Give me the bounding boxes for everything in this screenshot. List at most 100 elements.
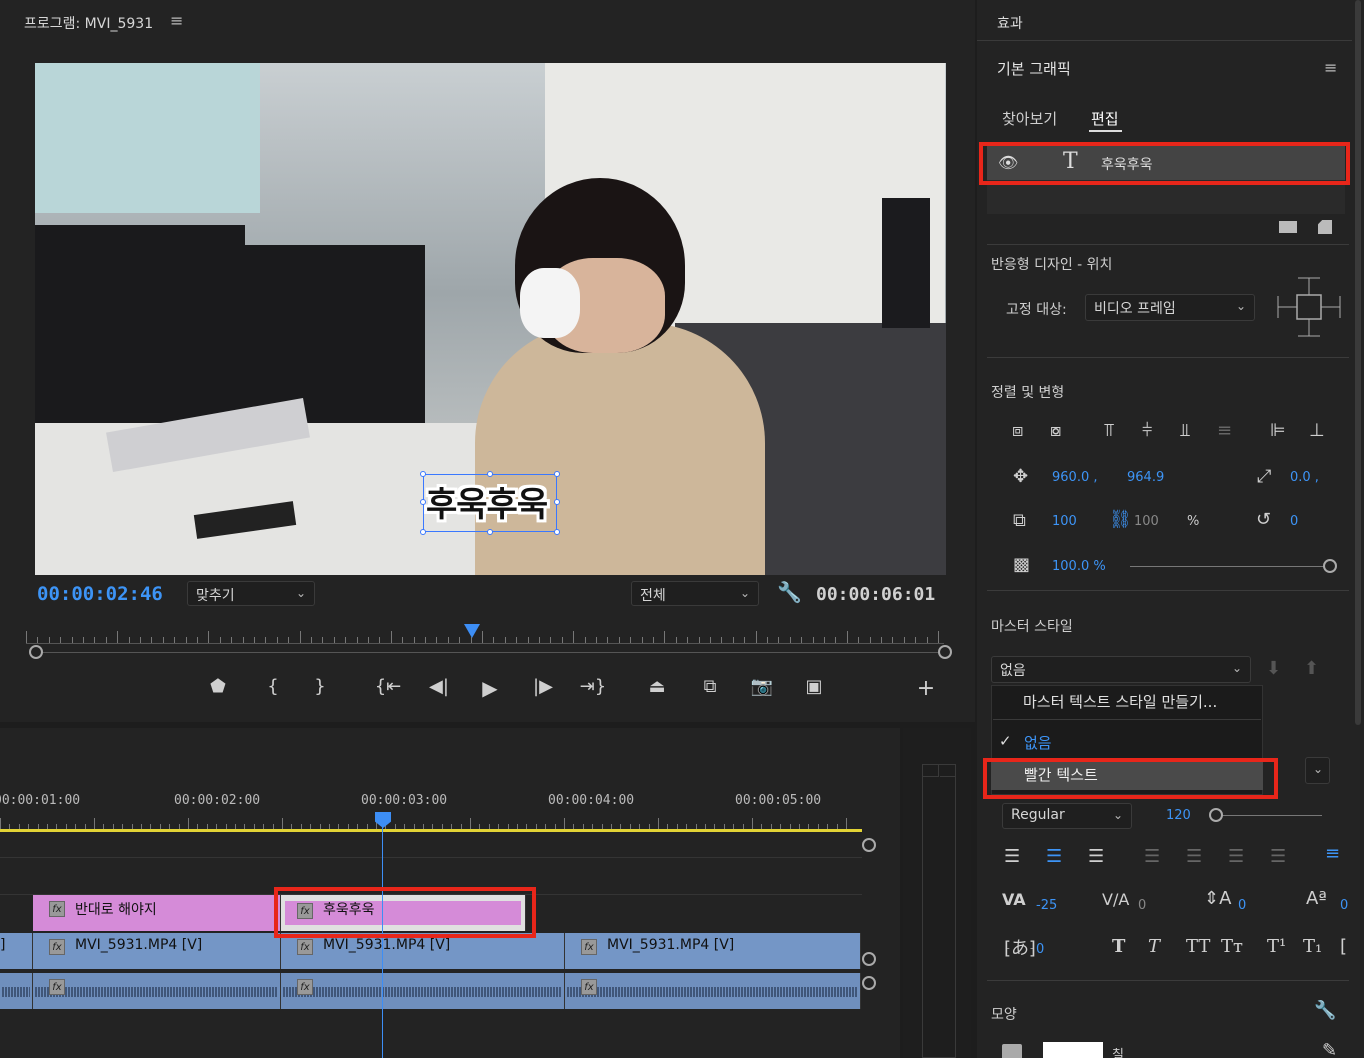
zoom-scrollbar[interactable]	[36, 652, 946, 653]
opacity-slider-thumb[interactable]	[1323, 559, 1337, 573]
align-text-right-icon[interactable]: ☰	[1088, 846, 1104, 867]
anchor-point-icon[interactable]: ⤢	[1257, 466, 1271, 487]
comparison-view-icon[interactable]: ▣	[799, 676, 829, 697]
align-center-icon[interactable]: ⊥	[1309, 420, 1325, 441]
caption-text[interactable]: 후욱후욱	[426, 477, 548, 526]
rotation-value[interactable]: 0	[1290, 514, 1298, 529]
resize-handle[interactable]	[487, 529, 493, 535]
scale-value[interactable]: 100	[1052, 514, 1077, 529]
wrench-icon[interactable]: 🔧	[1314, 1000, 1336, 1021]
font-size-slider-thumb[interactable]	[1209, 808, 1223, 822]
justify-last-right-icon[interactable]: ☰	[1228, 846, 1244, 867]
justify-last-center-icon[interactable]: ☰	[1186, 846, 1202, 867]
mark-in-icon[interactable]: {	[258, 676, 288, 697]
tsume-icon[interactable]: ⁅あ⁆	[1004, 934, 1036, 960]
justify-last-left-icon[interactable]: ☰	[1144, 846, 1160, 867]
export-frame-camera-icon[interactable]: 📷	[747, 676, 777, 697]
align-vertical-center-icon[interactable]: ⧈	[1012, 420, 1023, 441]
text-direction-icon[interactable]: ≡	[1325, 843, 1340, 864]
position-move-icon[interactable]: ✥	[1013, 466, 1028, 487]
align-bottom-icon[interactable]: ⫫	[1180, 420, 1190, 441]
add-marker-icon[interactable]: ⬟	[203, 676, 233, 697]
tracking-icon[interactable]: VA	[1002, 890, 1026, 909]
video-clip[interactable]: fx MVI_5931.MP4 [V]	[565, 933, 861, 969]
eyedropper-icon[interactable]: ✎	[1322, 1040, 1337, 1058]
resize-handle[interactable]	[420, 529, 426, 535]
align-left-icon[interactable]: ⊫	[1270, 420, 1286, 441]
zoom-fit-dropdown[interactable]: 맞추기 ⌄	[187, 581, 315, 606]
video-clip[interactable]: ]	[0, 933, 33, 969]
resize-handle[interactable]	[420, 471, 426, 477]
extract-icon[interactable]: ⧉	[695, 676, 725, 697]
master-style-dropdown[interactable]: 없음 ⌄	[991, 656, 1251, 683]
caption-bounding-box[interactable]: 후욱후욱	[420, 471, 560, 535]
new-group-folder-icon[interactable]	[1279, 221, 1297, 233]
subscript-icon[interactable]: T₁	[1303, 936, 1322, 957]
tracking-value[interactable]: -25	[1036, 898, 1057, 913]
panel-scrollbar[interactable]	[1355, 0, 1361, 725]
resize-handle[interactable]	[554, 471, 560, 477]
fill-color-swatch[interactable]	[1043, 1042, 1103, 1058]
audio-clip[interactable]: fx	[281, 973, 565, 1009]
go-to-in-icon[interactable]: {⇤	[373, 676, 403, 697]
underline-icon[interactable]: [	[1340, 936, 1347, 957]
audio-clip[interactable]: fx	[33, 973, 281, 1009]
baseline-shift-icon[interactable]: Aª	[1306, 888, 1327, 909]
graphic-clip[interactable]: fx 반대로 해야지	[33, 895, 281, 931]
all-caps-icon[interactable]: TT	[1186, 936, 1210, 957]
resize-handle[interactable]	[487, 471, 493, 477]
opacity-slider-track[interactable]	[1130, 566, 1325, 567]
font-size-slider-track[interactable]	[1217, 815, 1322, 816]
font-weight-dropdown[interactable]: Regular ⌄	[1002, 803, 1132, 829]
resize-handle[interactable]	[420, 499, 426, 505]
menu-item-create-master-style[interactable]: 마스터 텍스트 스타일 만들기...	[1023, 691, 1217, 712]
audio-clip[interactable]: fx	[565, 973, 861, 1009]
playback-resolution-dropdown[interactable]: 전체 ⌄	[631, 581, 759, 606]
go-to-out-icon[interactable]: ⇥}	[578, 676, 608, 697]
step-back-icon[interactable]: ◀|	[424, 676, 454, 697]
play-icon[interactable]: ▶	[475, 676, 505, 700]
align-text-left-icon[interactable]: ☰	[1004, 846, 1020, 867]
panel-menu-icon[interactable]: ≡	[170, 11, 183, 30]
panel-menu-icon[interactable]: ≡	[1324, 58, 1337, 77]
timeline-ruler[interactable]	[0, 812, 862, 830]
distribute-vertical-icon[interactable]: ≡	[1217, 420, 1232, 441]
vertical-scroll-handle[interactable]	[862, 838, 876, 852]
vertical-scroll-handle[interactable]	[862, 976, 876, 990]
font-size-value[interactable]: 120	[1166, 808, 1191, 823]
settings-wrench-icon[interactable]: 🔧	[777, 580, 802, 604]
mark-out-icon[interactable]: }	[305, 676, 335, 697]
baseline-value[interactable]: 0	[1340, 898, 1348, 913]
push-to-style-icon[interactable]: ⬇	[1266, 658, 1281, 679]
video-clip[interactable]: fx MVI_5931.MP4 [V]	[33, 933, 281, 969]
scale-icon[interactable]: ⧉	[1013, 510, 1026, 531]
step-forward-icon[interactable]: |▶	[528, 676, 558, 697]
fill-checkbox[interactable]	[1002, 1044, 1022, 1058]
pin-to-dropdown[interactable]: 비디오 프레임 ⌄	[1085, 294, 1255, 321]
faux-italic-icon[interactable]: T	[1148, 936, 1160, 957]
effects-panel-title[interactable]: 효과	[997, 13, 1023, 33]
add-button-icon[interactable]: +	[911, 676, 941, 701]
leading-icon[interactable]: ⇕A	[1204, 888, 1231, 909]
font-family-dropdown[interactable]: ⌄	[1305, 757, 1330, 784]
pin-edges-widget[interactable]	[1276, 276, 1342, 338]
position-x-value[interactable]: 960.0 ,	[1052, 470, 1097, 485]
rotation-icon[interactable]: ↺	[1256, 509, 1271, 530]
scrollbar-start-handle[interactable]	[29, 645, 43, 659]
resize-handle[interactable]	[554, 529, 560, 535]
anchor-value[interactable]: 0.0 ,	[1290, 470, 1319, 485]
faux-bold-icon[interactable]: T	[1112, 936, 1125, 957]
tab-browse[interactable]: 찾아보기	[1002, 108, 1057, 129]
opacity-value[interactable]: 100.0 %	[1052, 559, 1106, 574]
menu-item-none[interactable]: 없음	[1024, 732, 1052, 753]
work-area-bar[interactable]	[0, 829, 862, 832]
align-horizontal-center-icon[interactable]: ⧇	[1050, 420, 1061, 441]
audio-clip[interactable]	[0, 973, 33, 1009]
superscript-icon[interactable]: T¹	[1267, 936, 1286, 957]
resize-handle[interactable]	[554, 499, 560, 505]
lift-icon[interactable]: ⏏	[642, 676, 672, 697]
justify-all-icon[interactable]: ☰	[1270, 846, 1286, 867]
program-playhead[interactable]	[464, 624, 480, 638]
scrollbar-end-handle[interactable]	[938, 645, 952, 659]
current-timecode[interactable]: 00:00:02:46	[37, 583, 163, 605]
